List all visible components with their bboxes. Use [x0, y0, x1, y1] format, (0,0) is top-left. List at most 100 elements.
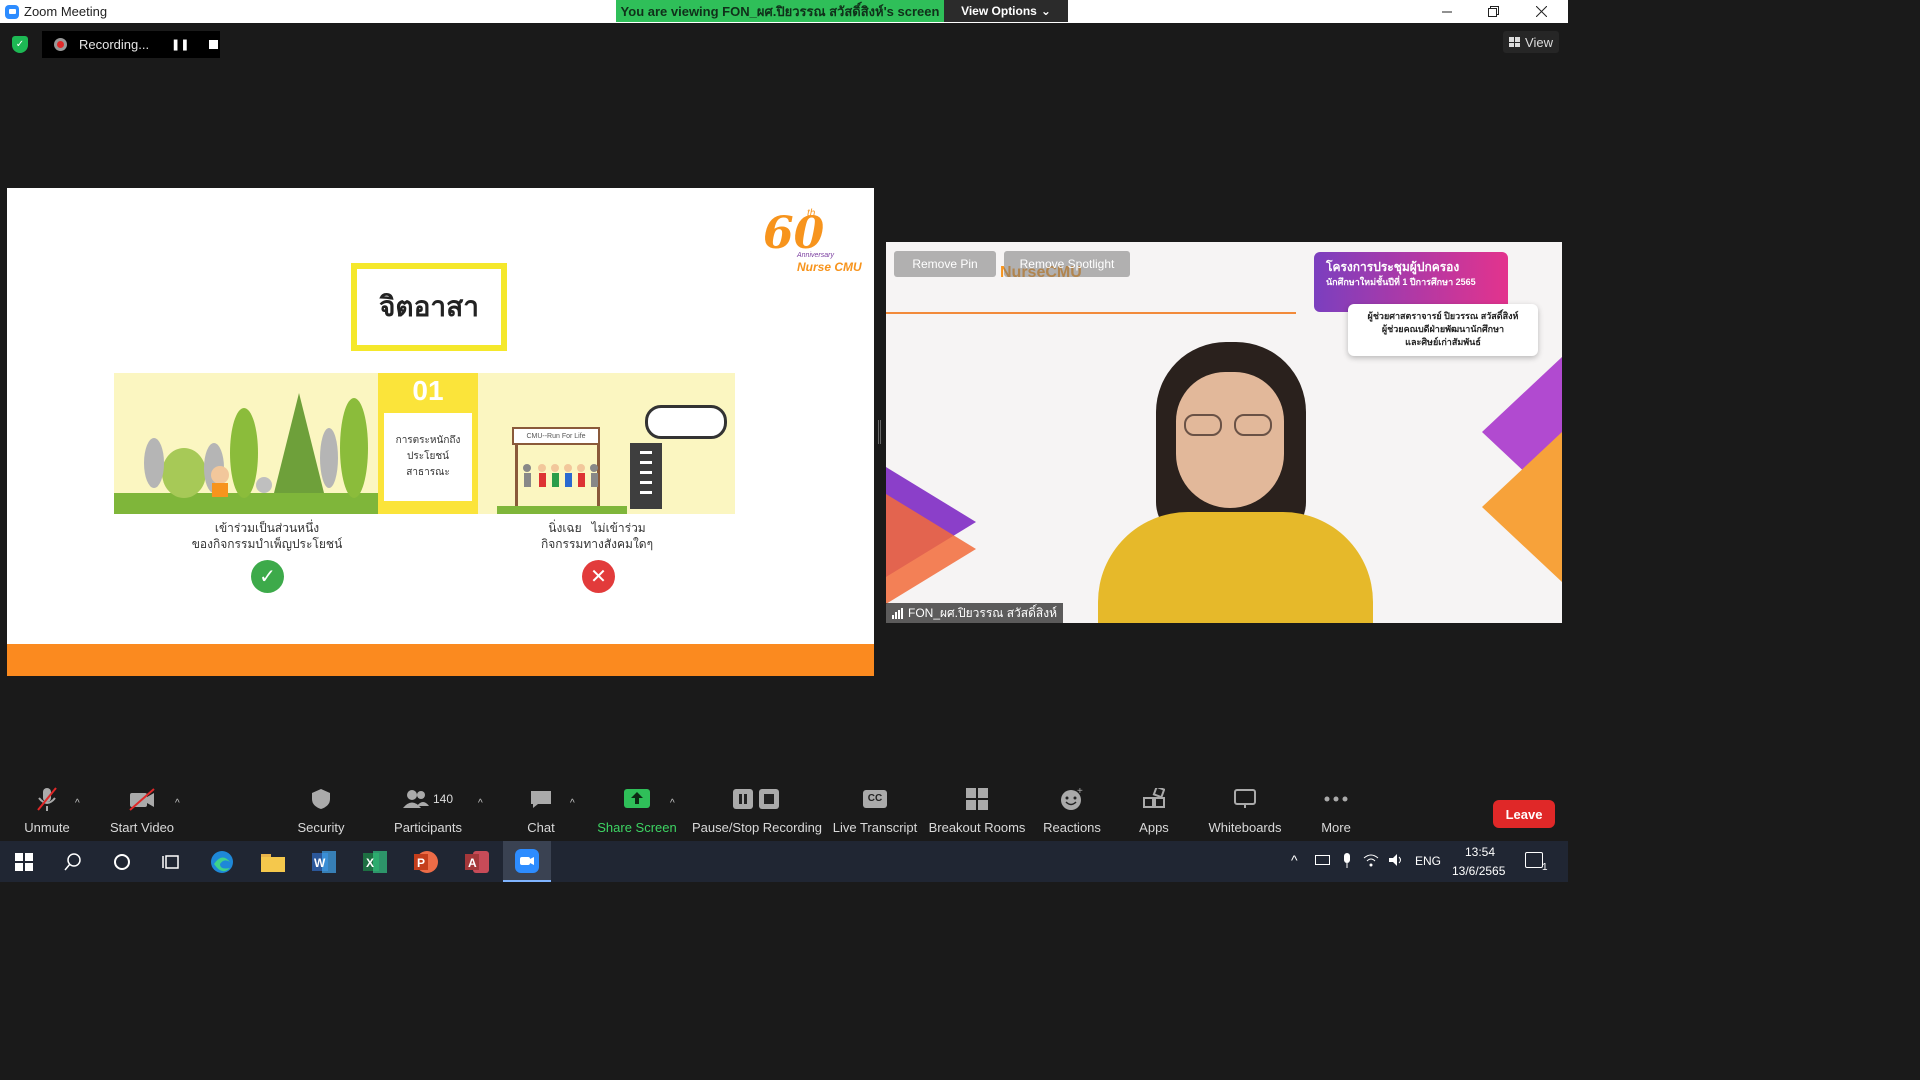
- start-video-button[interactable]: Start Video: [108, 784, 176, 840]
- logo-th: th: [807, 208, 816, 219]
- decorative-triangle: [886, 494, 976, 604]
- check-icon: ✓: [251, 560, 284, 593]
- pause-stop-recording-button[interactable]: Pause/Stop Recording: [692, 784, 822, 840]
- caption-left-line1: เข้าร่วมเป็นส่วนหนึ่ง: [214, 521, 320, 535]
- muted-mic-icon: [37, 787, 57, 811]
- sleeping-speech-bubble: [645, 405, 727, 439]
- whiteboards-button[interactable]: Whiteboards: [1206, 784, 1284, 840]
- video-options-caret-icon[interactable]: ^: [175, 798, 180, 809]
- breakout-rooms-button[interactable]: Breakout Rooms: [929, 784, 1025, 840]
- edge-browser-icon: [211, 850, 233, 873]
- wifi-icon[interactable]: [1363, 853, 1379, 867]
- word-taskbar-button[interactable]: W: [300, 841, 348, 882]
- apps-label: Apps: [1139, 820, 1169, 835]
- chat-caret-icon[interactable]: ^: [570, 798, 575, 809]
- apps-button[interactable]: Apps: [1134, 784, 1174, 840]
- closed-caption-icon: CC: [863, 790, 887, 808]
- access-taskbar-button[interactable]: A: [453, 841, 501, 882]
- video-off-icon: [129, 788, 155, 811]
- share-screen-button[interactable]: Share Screen: [597, 784, 677, 840]
- stop-recording-icon[interactable]: [209, 40, 219, 49]
- svg-text:X: X: [366, 856, 374, 870]
- zoom-taskbar-button[interactable]: [503, 841, 551, 882]
- volume-icon[interactable]: [1388, 853, 1404, 867]
- notification-center-icon[interactable]: [1525, 852, 1543, 868]
- point-description: การตระหนักถึงประโยชน์สาธารณะ: [384, 413, 472, 501]
- input-language[interactable]: ENG: [1415, 854, 1441, 868]
- security-shield-icon: [312, 789, 330, 809]
- event-banner-line1: โครงการประชุมผู้ปกครอง: [1326, 260, 1460, 274]
- share-screen-caret-icon[interactable]: ^: [670, 798, 675, 809]
- speaker-line1: ผู้ช่วยศาสตราจารย์ ปิยวรรณ สวัสดิ์สิงห์: [1367, 311, 1519, 321]
- access-icon: A: [465, 850, 489, 873]
- chat-icon: [531, 791, 551, 808]
- edge-taskbar-button[interactable]: [198, 841, 246, 882]
- volunteer-trees-illustration: [114, 393, 379, 514]
- breakout-rooms-icon: [966, 788, 988, 810]
- windows-logo-icon: [15, 852, 33, 871]
- task-view-button[interactable]: [147, 841, 195, 882]
- whiteboards-label: Whiteboards: [1208, 820, 1282, 835]
- slide-heading: จิตอาสา: [351, 263, 507, 351]
- microphone-tray-icon[interactable]: [1341, 853, 1353, 869]
- view-button[interactable]: View: [1503, 31, 1559, 53]
- unmute-button[interactable]: Unmute: [20, 784, 74, 840]
- start-button[interactable]: [0, 841, 48, 882]
- caption-right: นิ่งเฉย ไม่เข้าร่วม กิจกรรมทางสังคมใดๆ: [502, 520, 692, 552]
- whiteboard-icon: [1234, 789, 1256, 808]
- shared-screen: 60 th Anniversary Nurse CMU จิตอาสา 01 ก…: [7, 188, 874, 676]
- participant-name: FON_ผศ.ปิยวรรณ สวัสดิ์สิงห์: [908, 605, 1058, 620]
- chat-button[interactable]: Chat: [518, 784, 564, 840]
- view-options-button[interactable]: View Options ⌄: [944, 0, 1068, 22]
- view-label: View: [1525, 34, 1553, 50]
- minimize-button[interactable]: [1424, 0, 1470, 23]
- search-icon: [64, 852, 81, 870]
- start-video-label: Start Video: [109, 820, 175, 835]
- leave-button[interactable]: Leave: [1493, 800, 1555, 828]
- file-explorer-taskbar-button[interactable]: [249, 841, 297, 882]
- share-screen-label: Share Screen: [597, 820, 677, 835]
- live-transcript-button[interactable]: CC Live Transcript: [833, 784, 917, 840]
- caption-right-line2: กิจกรรมทางสังคมใดๆ: [540, 537, 654, 551]
- security-button[interactable]: Security: [292, 784, 350, 840]
- svg-text:W: W: [314, 856, 326, 870]
- tray-expand-icon[interactable]: ^: [1291, 852, 1298, 868]
- pause-recording-icon[interactable]: ❚❚: [171, 38, 189, 51]
- audio-options-caret-icon[interactable]: ^: [75, 798, 80, 809]
- word-icon: W: [312, 850, 336, 873]
- clock-date[interactable]: 13/6/2565: [1452, 864, 1505, 878]
- logo-brand: Nurse CMU: [797, 260, 862, 274]
- point-number: 01: [412, 375, 444, 406]
- restore-button[interactable]: [1470, 0, 1516, 23]
- battery-icon[interactable]: [1315, 855, 1330, 865]
- live-transcript-label: Live Transcript: [832, 820, 918, 835]
- encryption-shield-icon[interactable]: ✓: [12, 36, 28, 53]
- task-view-icon: [162, 854, 179, 869]
- participants-icon: [402, 790, 429, 808]
- chat-label: Chat: [527, 820, 555, 835]
- powerpoint-taskbar-button[interactable]: P: [402, 841, 450, 882]
- decorative-line: [886, 312, 1296, 314]
- cortana-button[interactable]: [98, 841, 146, 882]
- breakout-rooms-label: Breakout Rooms: [928, 820, 1026, 835]
- participants-button[interactable]: 140 Participants: [392, 784, 464, 840]
- restore-icon: [1487, 6, 1499, 17]
- recording-dot-icon: [54, 38, 67, 51]
- remove-spotlight-button[interactable]: Remove Spotlight: [1004, 251, 1130, 277]
- window-title: Zoom Meeting: [24, 4, 108, 19]
- close-button[interactable]: [1518, 0, 1564, 23]
- reactions-button[interactable]: + Reactions: [1042, 784, 1102, 840]
- recording-label: Recording...: [79, 37, 150, 52]
- excel-taskbar-button[interactable]: X: [351, 841, 399, 882]
- folder-icon: [261, 853, 285, 872]
- remove-pin-button[interactable]: Remove Pin: [894, 251, 996, 277]
- clock-time[interactable]: 13:54: [1465, 845, 1495, 859]
- participants-label: Participants: [394, 820, 462, 835]
- more-button[interactable]: More: [1316, 784, 1356, 840]
- cross-icon: ✕: [582, 560, 615, 593]
- search-button[interactable]: [49, 841, 97, 882]
- participants-caret-icon[interactable]: ^: [478, 798, 483, 809]
- participant-name-tag: FON_ผศ.ปิยวรรณ สวัสดิ์สิงห์: [886, 603, 1064, 623]
- split-view-divider[interactable]: [878, 420, 881, 444]
- zoom-icon: [515, 848, 539, 873]
